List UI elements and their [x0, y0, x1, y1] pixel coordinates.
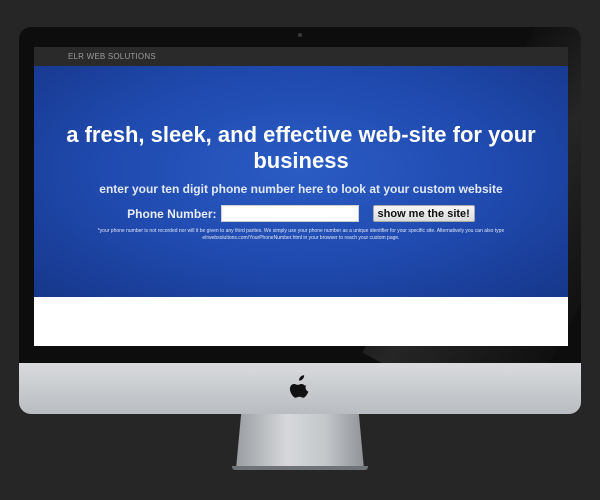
apple-logo-icon: [289, 375, 309, 398]
camera-icon: [298, 33, 302, 37]
privacy-disclaimer: *your phone number is not recorded nor w…: [97, 228, 505, 241]
phone-number-label: Phone Number:: [127, 206, 217, 221]
hero-headline: a fresh, sleek, and effective web-site f…: [66, 122, 536, 173]
phone-number-input[interactable]: [220, 205, 359, 222]
monitor-stand-base: [232, 466, 368, 470]
site-navbar: ELR WEB SOLUTIONS: [34, 47, 568, 66]
hero-section: a fresh, sleek, and effective web-site f…: [34, 66, 568, 297]
site-brand[interactable]: ELR WEB SOLUTIONS: [68, 52, 156, 61]
show-site-button[interactable]: show me the site!: [372, 205, 475, 222]
monitor-screen: ELR WEB SOLUTIONS a fresh, sleek, and ef…: [34, 47, 568, 346]
hero-subheadline: enter your ten digit phone number here t…: [99, 182, 503, 196]
monitor-stand: [236, 414, 364, 469]
phone-form: Phone Number: show me the site!: [34, 205, 568, 222]
page-content-area: [34, 297, 568, 346]
